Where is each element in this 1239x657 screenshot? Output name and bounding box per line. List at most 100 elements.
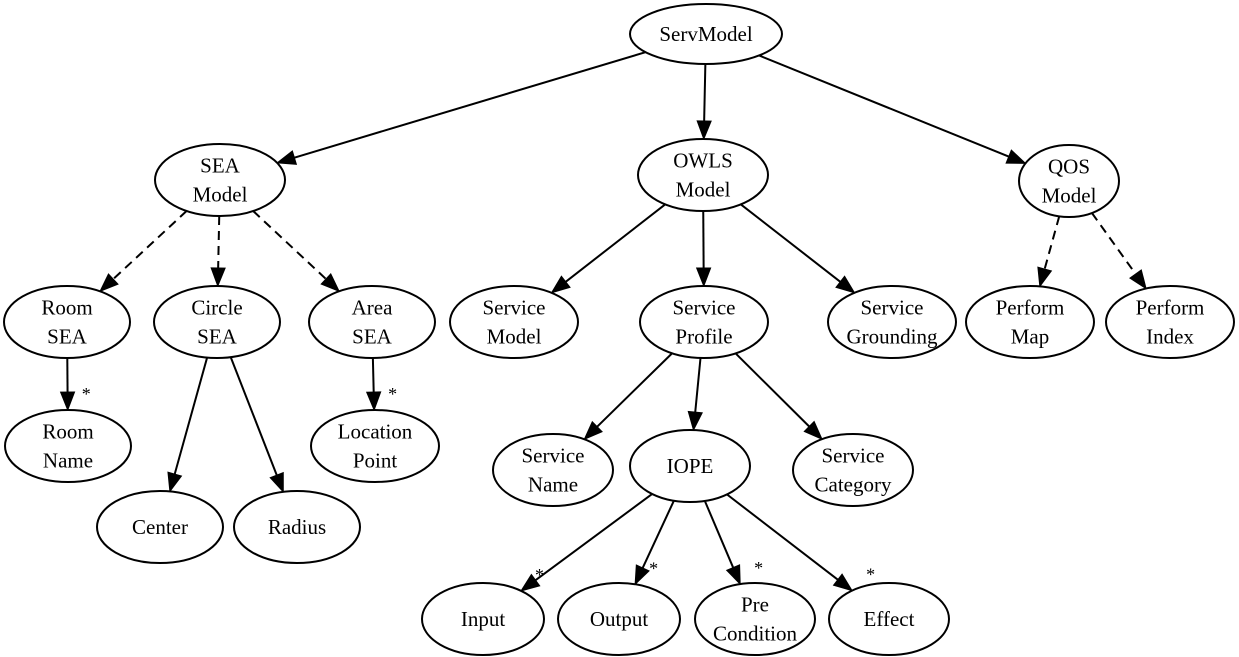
edge-iope-to-output: * [634, 500, 675, 586]
node-perform-map: Perform Map [965, 285, 1095, 359]
nodes-layer: ServModel SEA Model OWLS Model QOS Model Room SE… [3, 3, 1235, 656]
node-service-category: Service Category [792, 433, 914, 507]
edge-line [734, 352, 810, 428]
node-label: Index [1146, 325, 1194, 349]
edge-line [173, 357, 209, 475]
multiplicity-label: * [82, 384, 91, 404]
edge-owls-model-to-service-model [550, 203, 666, 294]
node-pre-condition: Pre Condition [694, 582, 816, 656]
node-label: Condition [713, 622, 798, 646]
node-label: SEA [197, 325, 238, 349]
arrowhead-icon [269, 471, 284, 494]
edge-line [371, 357, 375, 393]
arrowhead-icon [1129, 269, 1147, 290]
edge-iope-to-input: * [519, 493, 653, 592]
node-iope: IOPE [629, 429, 751, 503]
node-label: Map [1011, 325, 1050, 349]
node-label: Radius [268, 515, 326, 539]
edge-iope-to-effect: * [726, 493, 875, 592]
edge-servmodel-to-owls-model [696, 63, 712, 141]
node-label: SEA [47, 325, 88, 349]
node-label: Profile [675, 325, 732, 349]
edge-line [703, 63, 707, 122]
node-label: SEA [200, 154, 241, 178]
multiplicity-label: * [866, 565, 875, 585]
node-servmodel: ServModel [629, 3, 783, 65]
node-label: Location [338, 420, 413, 444]
multiplicity-label: * [754, 558, 763, 578]
arrowhead-icon [59, 391, 76, 412]
node-label: OWLS [673, 149, 733, 173]
arrowhead-icon [167, 471, 183, 493]
edge-line [694, 357, 702, 413]
edge-line [565, 203, 666, 283]
edge-line [1043, 216, 1061, 270]
edge-line [294, 51, 646, 159]
arrowhead-icon [1037, 266, 1053, 288]
node-room-sea: Room SEA [3, 285, 131, 359]
multiplicity-label: * [649, 558, 658, 578]
multiplicity-label: * [535, 565, 544, 585]
node-label: Area [352, 296, 393, 320]
servmodel-tree-diagram: * * * * * * ServModel SEA Model OWLS Model QOS Mode… [3, 3, 1235, 656]
node-label: Effect [864, 607, 915, 631]
node-label: Room [41, 296, 92, 320]
arrowhead-icon [725, 564, 741, 586]
node-owls-model: OWLS Model [637, 138, 769, 212]
edge-room-sea-to-room-name: * [59, 357, 91, 412]
node-service-grounding: Service Grounding [827, 285, 957, 359]
node-label: Circle [191, 296, 242, 320]
edge-line [229, 356, 278, 476]
edge-line [252, 210, 327, 280]
node-label: Service [483, 296, 546, 320]
edge-sea-model-to-circle-sea [210, 215, 226, 288]
edge-line [726, 493, 839, 581]
edge-service-profile-to-service-category [734, 352, 823, 441]
edge-area-sea-to-location-point: * [365, 357, 397, 412]
node-label: Point [353, 449, 398, 473]
arrowhead-icon [275, 150, 298, 165]
arrowhead-icon [550, 275, 571, 294]
node-circle-sea: Circle SEA [153, 285, 281, 359]
edge-circle-sea-to-radius [229, 356, 284, 494]
arrowhead-icon [365, 391, 382, 412]
node-effect: Effect [828, 582, 950, 656]
edge-iope-to-pre-condition: * [703, 500, 763, 586]
node-location-point: Location Point [310, 409, 440, 483]
arrowhead-icon [210, 267, 226, 288]
node-room-name: Room Name [4, 409, 132, 483]
edge-line [217, 215, 221, 269]
node-qos-model: QOS Model [1018, 144, 1120, 218]
edge-qos-model-to-perform-index [1091, 212, 1147, 290]
arrowhead-icon [696, 120, 712, 141]
node-label: Name [528, 473, 578, 497]
node-label: Center [132, 515, 188, 539]
node-label: Service [861, 296, 924, 320]
edge-line [112, 210, 188, 280]
node-input: Input [421, 582, 545, 656]
edge-line [641, 500, 675, 569]
arrowhead-icon [1005, 149, 1027, 164]
edge-servmodel-to-qos-model [758, 54, 1027, 164]
edge-owls-model-to-service-grounding [740, 203, 856, 294]
arrowhead-icon [832, 573, 854, 592]
edge-service-profile-to-iope [687, 357, 703, 432]
edge-line [1091, 212, 1137, 275]
node-label: SEA [352, 325, 393, 349]
node-label: Service [522, 444, 585, 468]
node-label: Service [673, 296, 736, 320]
node-label: Input [461, 607, 505, 631]
edge-owls-model-to-service-profile [695, 210, 712, 288]
arrowhead-icon [634, 564, 650, 586]
edge-qos-model-to-perform-map [1037, 216, 1061, 288]
node-label: Perform [1136, 296, 1205, 320]
edge-sea-model-to-area-sea [252, 210, 341, 293]
node-service-model: Service Model [449, 285, 579, 359]
node-area-sea: Area SEA [308, 285, 436, 359]
node-service-name: Service Name [492, 433, 614, 507]
node-label: Grounding [847, 325, 938, 349]
node-label: Model [193, 183, 248, 207]
node-label: IOPE [667, 454, 714, 478]
node-sea-model: SEA Model [154, 143, 286, 217]
node-perform-index: Perform Index [1105, 285, 1235, 359]
